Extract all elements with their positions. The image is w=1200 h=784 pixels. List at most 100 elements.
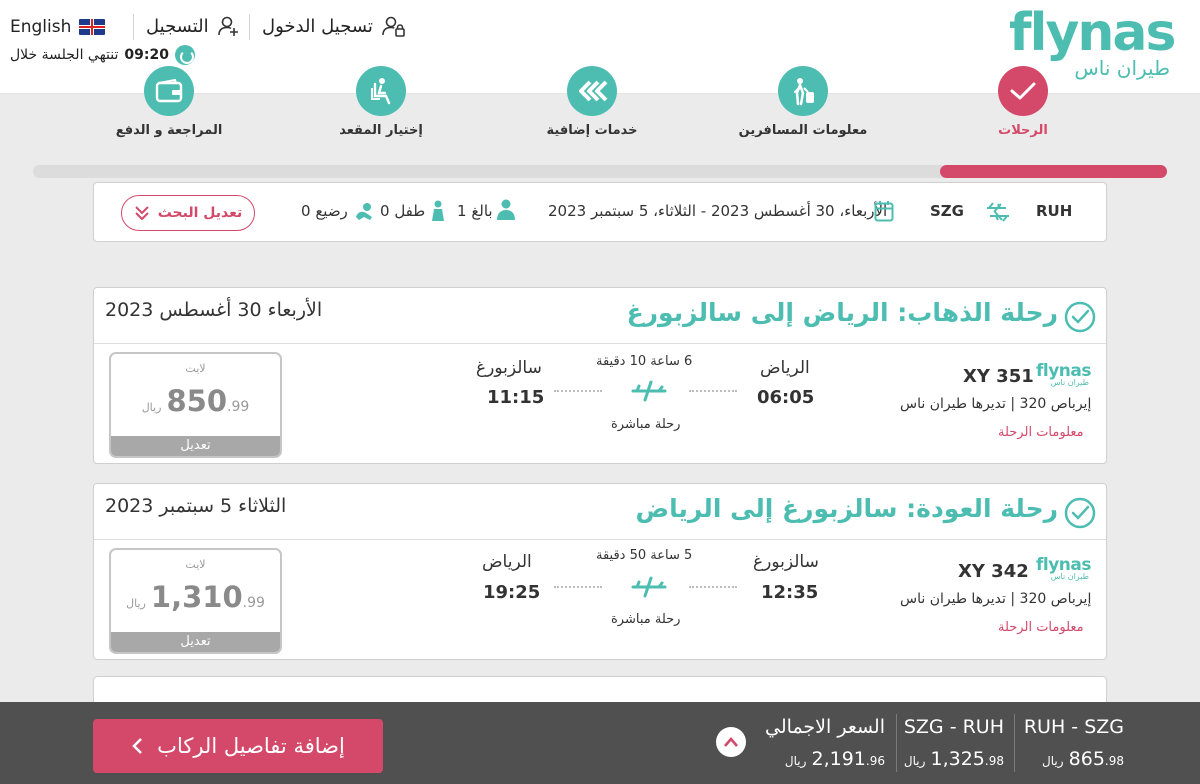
airline-logo-text: flynas <box>1036 555 1092 575</box>
card-header: رحلة العودة: سالزبورغ إلى الرياض الثلاثا… <box>94 484 1106 540</box>
card-title: رحلة العودة: سالزبورغ إلى الرياض <box>635 494 1058 523</box>
step-label: المراجعة و الدفع <box>115 123 223 138</box>
currency: ريال <box>784 754 807 768</box>
session-time: 09:20 <box>124 47 169 63</box>
services-icon <box>579 80 608 102</box>
leg-amount: 1,325 <box>930 748 985 770</box>
flight-info-link[interactable]: معلومات الرحلة <box>998 620 1084 635</box>
card-date: الأربعاء 30 أغسطس 2023 <box>105 299 323 321</box>
uk-flag-icon <box>79 19 106 35</box>
language-label[interactable]: English <box>10 17 71 37</box>
seat-icon <box>371 78 391 105</box>
user-lock-icon <box>382 16 405 37</box>
traveler-icon <box>794 78 814 106</box>
aircraft-info: إيرباص 320 | تديرها طيران ناس <box>900 396 1092 412</box>
expand-summary-button[interactable] <box>716 727 746 757</box>
departure-time: 06:05 <box>757 387 815 408</box>
fare-price: 850.99 ريال <box>111 384 280 418</box>
departure-city: سالزبورغ <box>753 552 819 572</box>
step-seat[interactable]: إختيار المقعد <box>301 66 461 138</box>
travel-dates: الأربعاء، 30 أغسطس 2023 - الثلاثاء، 5 سب… <box>548 202 888 220</box>
modify-fare-button[interactable]: تعديل <box>111 632 280 652</box>
fare-decimals: .99 <box>227 399 250 415</box>
arrival-time: 19:25 <box>483 582 541 603</box>
chevron-up-icon <box>724 737 738 747</box>
departure-city: الرياض <box>760 358 810 378</box>
step-circle <box>567 66 617 116</box>
add-user-icon <box>217 16 238 36</box>
fare-currency: ريال <box>141 401 162 414</box>
airline-logo-text: flynas <box>1036 361 1092 381</box>
airline-logo: flynas طيران ناس <box>1031 361 1092 387</box>
step-services[interactable]: خدمات إضافية <box>512 66 672 138</box>
arrival-city: سالزبورغ <box>476 358 542 378</box>
flight-stops: رحلة مباشرة <box>611 417 681 432</box>
divider <box>249 14 250 40</box>
booking-progress-bar <box>33 165 1167 178</box>
flight-info-link[interactable]: معلومات الرحلة <box>998 425 1084 440</box>
step-travelers[interactable]: معلومات المسافرين <box>723 66 883 138</box>
fare-tier: لايت <box>185 558 206 571</box>
search-destination: SZG <box>930 202 964 220</box>
edit-search-button[interactable]: تعديل البحث <box>121 195 255 231</box>
leg-label: RUH - SZG <box>1023 716 1124 738</box>
double-chevron-down-icon <box>135 206 149 221</box>
session-timer: 09:20 تنتهي الجلسة خلال <box>10 45 195 65</box>
adult-icon <box>497 199 515 220</box>
register-label[interactable]: التسجيل <box>146 16 209 37</box>
return-flight-card: رحلة العودة: سالزبورغ إلى الرياض الثلاثا… <box>93 483 1107 660</box>
arrival-time: 11:15 <box>487 387 545 408</box>
total-amount: 2,191 <box>811 748 866 770</box>
wallet-icon <box>155 79 183 103</box>
departure-time: 12:35 <box>761 582 819 603</box>
step-label: الرحلات <box>998 123 1048 138</box>
login-label[interactable]: تسجيل الدخول <box>262 16 373 37</box>
refresh-icon[interactable] <box>174 45 195 65</box>
fare-tier: لايت <box>185 362 206 375</box>
leg-amount: 865 <box>1068 748 1105 770</box>
total-value: 2,191.96 ريال <box>785 748 885 770</box>
round-trip-plane-icon <box>987 202 1009 222</box>
calendar-icon <box>874 201 894 222</box>
aircraft-info: إيرباص 320 | تديرها طيران ناس <box>900 591 1092 607</box>
infant-icon <box>356 203 372 220</box>
booking-summary-bar: إضافة تفاصيل الركاب السعر الاجمالي 2,191… <box>0 702 1200 784</box>
step-review-payment[interactable]: المراجعة و الدفع <box>89 66 249 138</box>
register-link[interactable]: التسجيل <box>146 15 239 37</box>
divider <box>133 14 134 40</box>
route-dots <box>689 586 737 588</box>
check-circle-icon <box>1064 497 1096 529</box>
total-price: السعر الاجمالي 2,191.96 ريال <box>765 702 885 784</box>
route-dots <box>689 390 737 392</box>
login-link[interactable]: تسجيل الدخول <box>262 15 405 37</box>
chevron-left-icon <box>132 738 143 754</box>
route-dots <box>554 390 602 392</box>
language-switch[interactable]: English <box>10 17 106 37</box>
session-label: تنتهي الجلسة خلال <box>10 47 119 63</box>
fare-decimals: .99 <box>242 595 265 611</box>
fare-amount: 850 <box>166 384 228 418</box>
leg-label: SZG - RUH <box>903 716 1004 738</box>
flight-number: XY 342 <box>958 561 1029 582</box>
flight-duration: 6 ساعة 10 دقيقة <box>596 354 693 369</box>
step-circle <box>778 66 828 116</box>
fare-option[interactable]: لايت 850.99 ريال تعديل <box>109 352 282 458</box>
plane-icon <box>631 576 667 598</box>
modify-fare-button[interactable]: تعديل <box>111 436 280 456</box>
fare-amount: 1,310 <box>150 580 243 614</box>
leg-decimals: .98 <box>1104 754 1124 768</box>
add-passenger-details-button[interactable]: إضافة تفاصيل الركاب <box>93 719 383 773</box>
flight-duration: 5 ساعة 50 دقيقة <box>596 548 693 563</box>
edit-search-label: تعديل البحث <box>157 205 243 221</box>
fare-price: 1,310.99 ريال <box>111 580 280 614</box>
step-circle <box>144 66 194 116</box>
search-summary: تعديل البحث 0 رضيع 0 طفل 1 بالغ الأربعاء… <box>93 182 1107 242</box>
card-header: رحلة الذهاب: الرياض إلى سالزبورغ الأربعا… <box>94 288 1106 344</box>
divider <box>1014 714 1015 772</box>
flight-number: XY 351 <box>963 366 1034 387</box>
leg-value: 1,325.98 ريال <box>904 748 1004 770</box>
route-dots <box>554 586 602 588</box>
fare-option[interactable]: لايت 1,310.99 ريال تعديل <box>109 548 282 654</box>
step-flights[interactable]: الرحلات <box>943 66 1103 138</box>
step-label: خدمات إضافية <box>546 123 638 138</box>
